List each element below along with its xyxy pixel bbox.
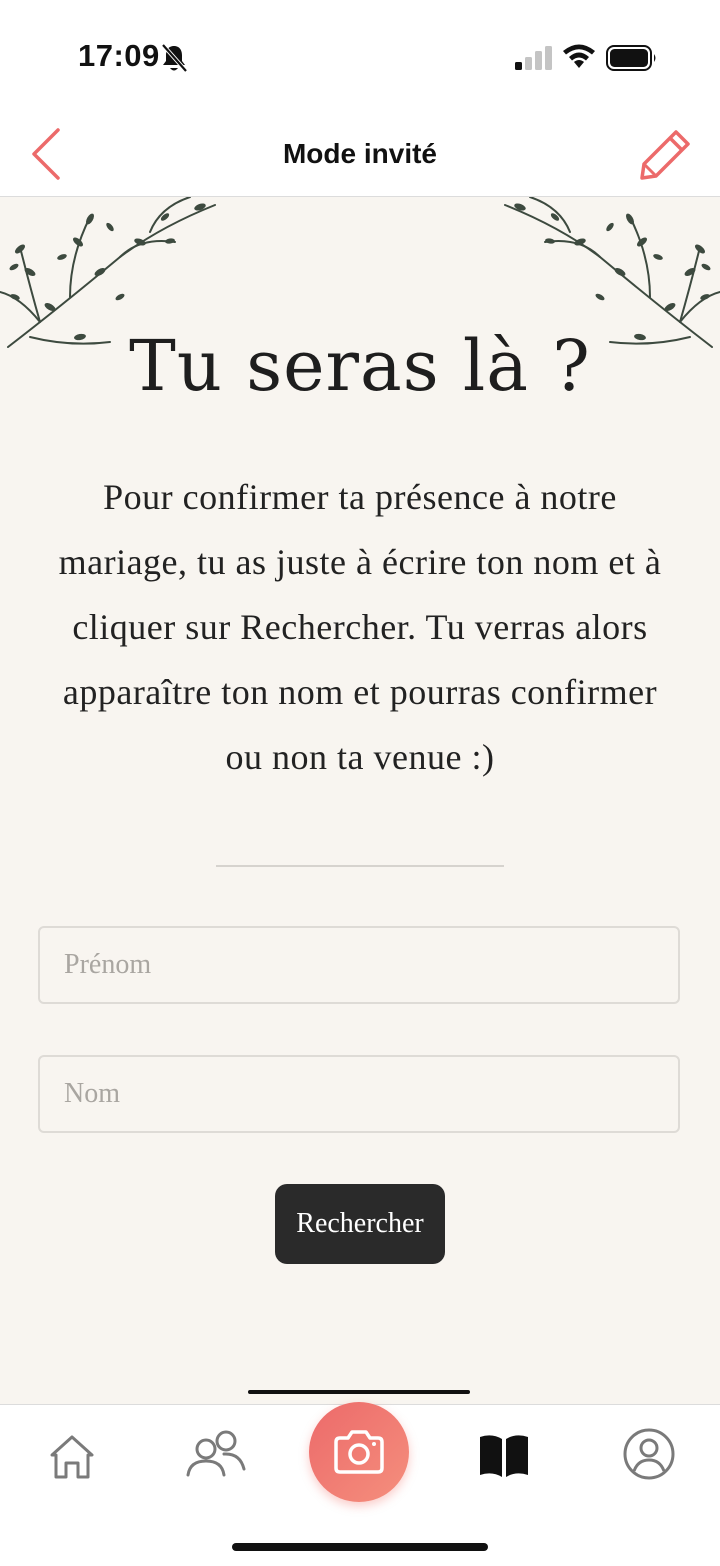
pencil-icon	[640, 130, 690, 180]
tab-camera[interactable]	[309, 1402, 409, 1502]
tab-guests[interactable]	[184, 1427, 248, 1485]
rsvp-title: Tu seras là ?	[129, 325, 591, 407]
guests-icon	[186, 1430, 246, 1477]
wifi-icon	[563, 44, 595, 68]
tab-profile[interactable]	[622, 1427, 676, 1481]
bell-off-icon	[161, 43, 188, 73]
rsvp-section: Tu seras là ? Pour confirmer ta présence…	[0, 197, 720, 1404]
camera-icon	[334, 1430, 384, 1474]
edit-button[interactable]	[638, 128, 692, 182]
rsvp-description: Pour confirmer ta présence à notre maria…	[58, 477, 662, 777]
nav-bar: Mode invité	[0, 110, 720, 197]
scroll-indicator	[248, 1390, 470, 1394]
divider	[216, 865, 504, 867]
status-time: 17:09	[78, 38, 160, 73]
tab-bar	[0, 1402, 720, 1566]
book-icon	[480, 1435, 528, 1477]
profile-icon	[623, 1428, 675, 1480]
status-bar: 17:09	[0, 0, 720, 110]
signal-icon	[515, 46, 552, 70]
page-title: Mode invité	[282, 138, 437, 169]
home-indicator	[232, 1543, 488, 1551]
firstname-input[interactable]	[38, 926, 680, 1004]
tab-home[interactable]	[44, 1429, 100, 1485]
tab-book[interactable]	[478, 1431, 530, 1481]
battery-icon	[606, 45, 656, 71]
lastname-input[interactable]	[38, 1055, 680, 1133]
home-icon	[50, 1435, 94, 1479]
search-button[interactable]: Rechercher	[275, 1184, 445, 1264]
